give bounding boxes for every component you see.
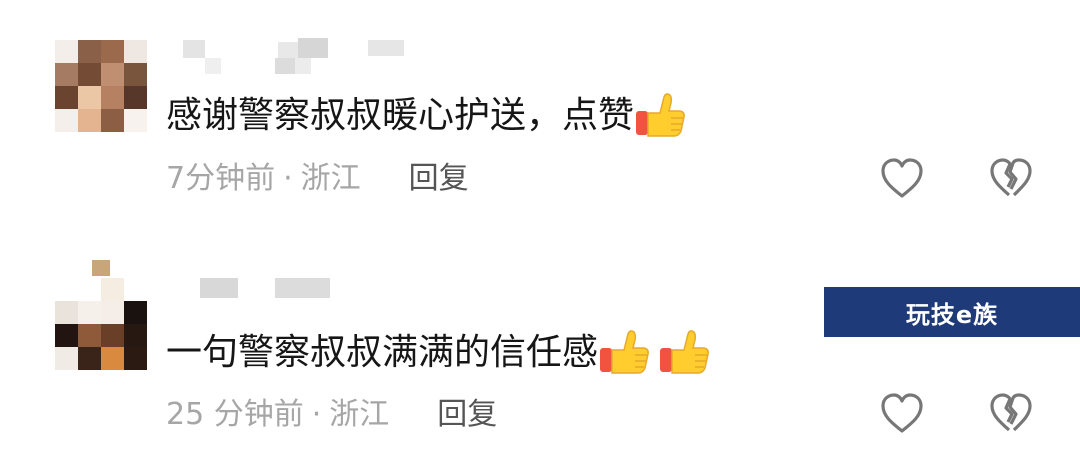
thumbs-up-emoji [660,330,709,374]
comment-text-content: 一句警察叔叔满满的信任感 [166,332,599,373]
comment-item-2: 一句警察叔叔满满的信任感 25 分钟前 · 浙江 回复 [0,236,1080,473]
comment-location: 浙江 [300,161,361,196]
heart-outline-icon[interactable] [878,390,926,438]
comment-item-1: 感谢警察叔叔暖心护送，点赞 7分钟前 · 浙江 回复 [0,0,1080,236]
thumbs-up-emoji [636,93,685,137]
username-blurred[interactable] [183,38,405,76]
avatar-blur-fragment [92,260,110,276]
reply-button[interactable]: 回复 [437,395,497,435]
comment-meta: 25 分钟前 · 浙江 回复 [166,395,497,435]
watermark-text: 玩技e族 [905,300,999,329]
broken-heart-icon[interactable] [987,155,1035,203]
comment-time: 7分钟前 [166,161,276,196]
avatar-blurred[interactable] [55,40,147,132]
comment-text: 感谢警察叔叔暖心护送，点赞 [166,91,686,141]
comment-text-content: 感谢警察叔叔暖心护送，点赞 [166,95,635,136]
thumbs-up-emoji [600,330,649,374]
watermark-logo: 玩技e族 [824,287,1080,337]
heart-outline-icon[interactable] [878,155,926,203]
reply-button[interactable]: 回复 [409,159,469,199]
avatar-blurred[interactable] [55,278,147,370]
comment-text: 一句警察叔叔满满的信任感 [166,328,710,378]
meta-separator: · [311,397,322,432]
comment-location: 浙江 [329,397,390,432]
comment-meta: 7分钟前 · 浙江 回复 [166,159,469,199]
username-blurred[interactable] [200,276,330,314]
broken-heart-icon[interactable] [987,390,1035,438]
comment-time: 25 分钟前 [166,397,304,432]
meta-separator: · [283,161,293,196]
